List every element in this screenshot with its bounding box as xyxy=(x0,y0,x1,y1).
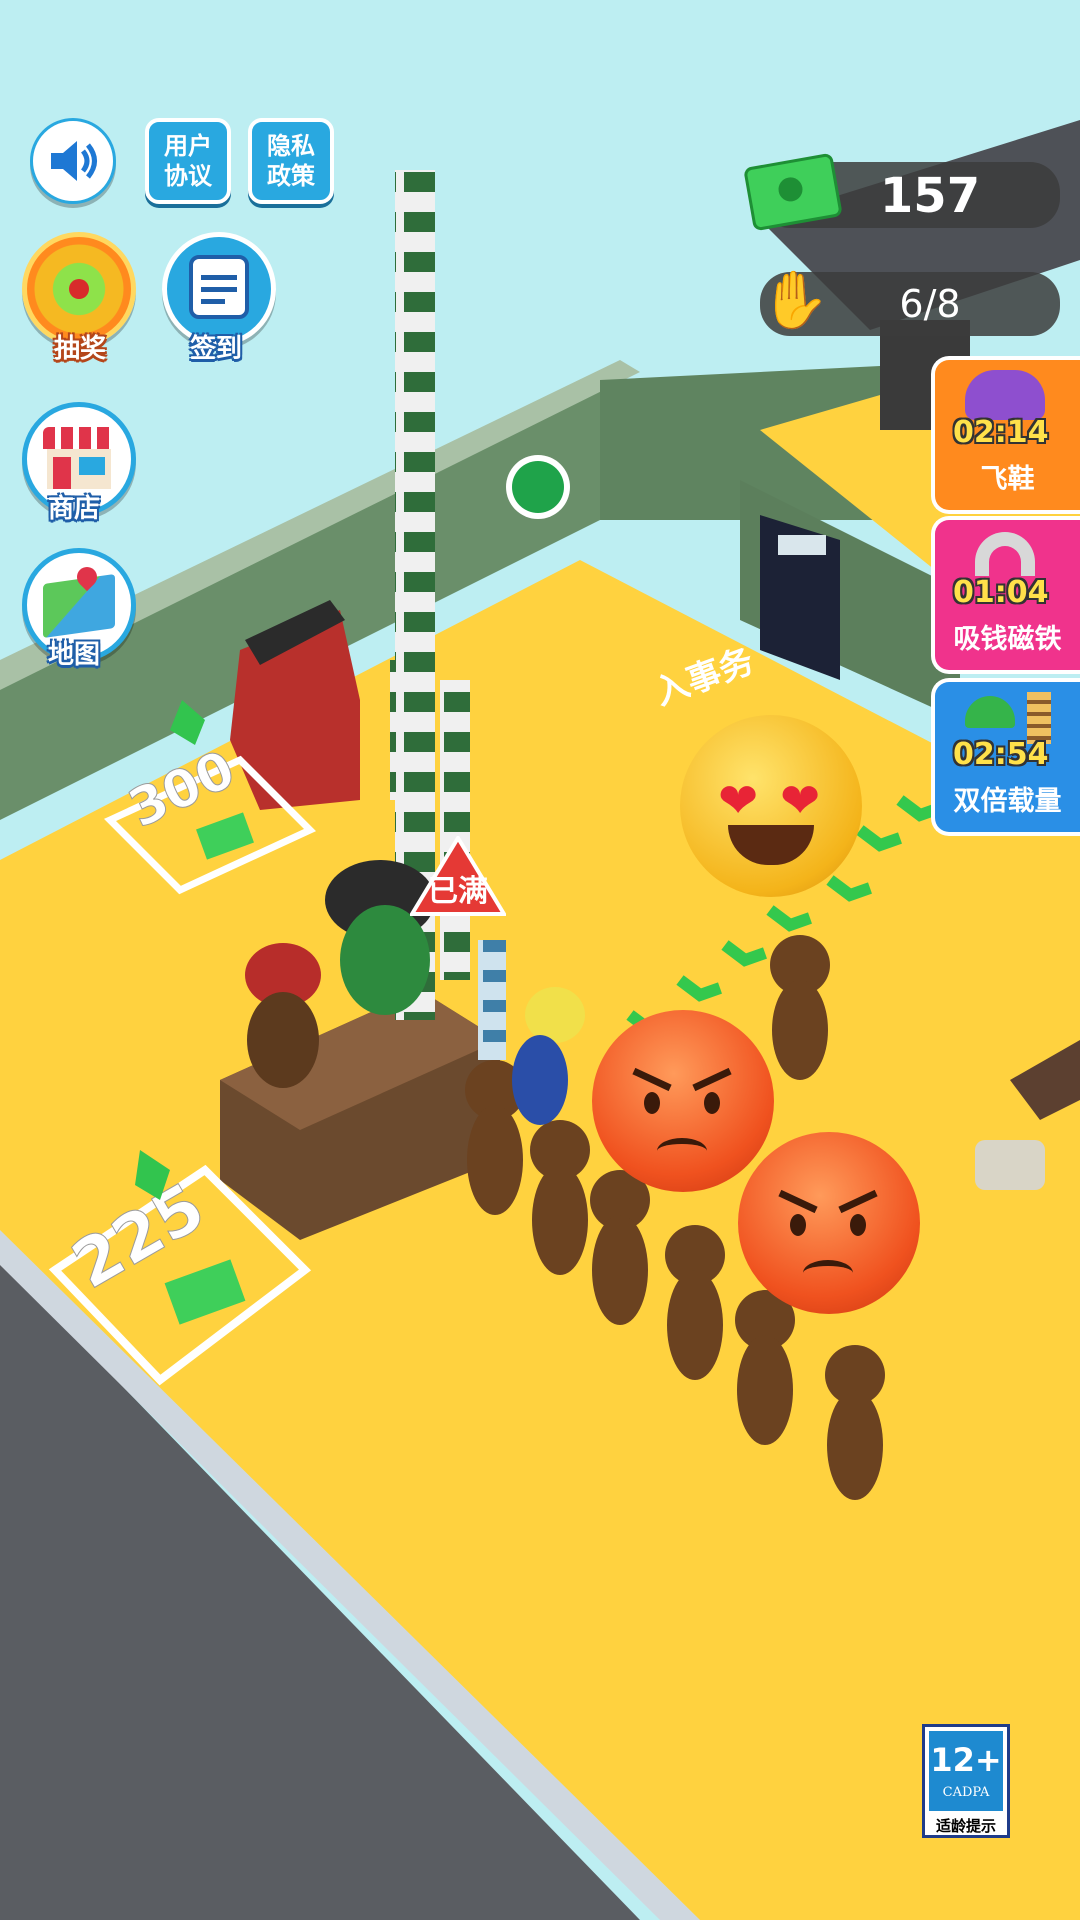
age-rating-org: CADPA xyxy=(942,1785,990,1800)
winged-shoe-icon xyxy=(965,370,1045,420)
store-sign-logo xyxy=(512,461,564,513)
speaker-icon xyxy=(51,141,97,181)
lottery-label: 抽奖 xyxy=(53,334,106,364)
boost-timer: 02:14 xyxy=(953,415,1049,450)
full-badge: 已满 xyxy=(408,834,508,916)
age-rating-badge: 12+ CADPA 适龄提示 xyxy=(922,1724,1010,1838)
boost-timer: 01:04 xyxy=(953,575,1049,610)
boost-timer: 02:54 xyxy=(953,737,1049,772)
door-window xyxy=(778,535,826,555)
worker-cap-icon xyxy=(965,696,1015,728)
angry-face-emoji-icon-2 xyxy=(738,1132,920,1314)
hand-icon: ✋ xyxy=(760,268,830,333)
boost-name: 飞鞋 xyxy=(980,464,1035,495)
map-label: 地图 xyxy=(47,640,100,670)
boost-name: 吸钱磁铁 xyxy=(953,624,1062,655)
boost-flying-shoes[interactable]: 02:14 飞鞋 xyxy=(931,356,1080,514)
user-agreement-button[interactable]: 用户 协议 xyxy=(145,118,231,204)
wheel-icon xyxy=(69,279,89,299)
shop-label: 商店 xyxy=(47,494,100,524)
age-rating-caption: 适龄提示 xyxy=(935,1817,996,1835)
cup-tower-blue xyxy=(478,940,506,1060)
boost-double-capacity[interactable]: 02:54 双倍载量 xyxy=(931,678,1080,836)
cashier-character xyxy=(245,943,321,1088)
sound-toggle-button[interactable] xyxy=(30,118,116,204)
checkin-label: 签到 xyxy=(189,334,242,364)
cup-tower-short xyxy=(440,680,470,980)
chair xyxy=(975,1140,1045,1190)
angry-face-emoji-icon xyxy=(592,1010,774,1192)
boost-name: 双倍载量 xyxy=(953,786,1062,817)
money-value: 157 xyxy=(879,168,981,224)
capacity-value: 6/8 xyxy=(899,282,961,326)
carry-capacity: ✋ 6/8 xyxy=(760,268,1060,336)
money-counter: 157 xyxy=(743,152,1060,232)
age-rating-value: 12+ xyxy=(930,1741,1002,1779)
magnet-icon xyxy=(975,532,1035,576)
age-rating-box: 12+ CADPA xyxy=(929,1731,1003,1811)
calendar-icon xyxy=(189,255,249,319)
boost-money-magnet[interactable]: 01:04 吸钱磁铁 xyxy=(931,516,1080,674)
store-icon xyxy=(43,427,115,449)
store-icon-body xyxy=(47,449,111,489)
privacy-policy-button[interactable]: 隐私 政策 xyxy=(248,118,334,204)
cup-tower-mini xyxy=(390,660,420,800)
full-badge-text: 已满 xyxy=(428,874,488,909)
heart-eyes-emoji-icon: ❤ ❤ xyxy=(680,715,862,897)
